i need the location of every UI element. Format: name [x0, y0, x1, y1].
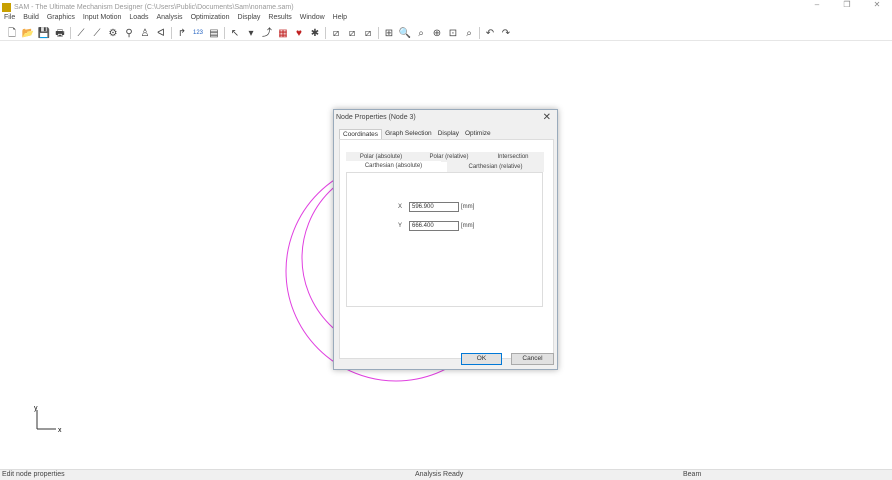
- tab-graph-selection[interactable]: Graph Selection: [382, 129, 435, 139]
- zoom-window-icon[interactable]: ⊡: [445, 27, 461, 40]
- beam-icon[interactable]: ⟋: [73, 27, 89, 40]
- dialog-close-button[interactable]: ✕: [543, 112, 551, 123]
- menu-window[interactable]: Window: [296, 14, 329, 25]
- tab-display[interactable]: Display: [435, 129, 462, 139]
- axis-x-label: x: [58, 427, 62, 434]
- cancel-button[interactable]: Cancel: [511, 353, 554, 365]
- axis-indicator: y x: [34, 405, 62, 434]
- toolbar-separator: [171, 27, 172, 39]
- open-icon[interactable]: 📂: [20, 27, 36, 40]
- graph3-icon[interactable]: ⧄: [360, 27, 376, 40]
- toolbar-separator: [479, 27, 480, 39]
- maximize-button[interactable]: ❐: [832, 0, 862, 9]
- toolbar-separator: [378, 27, 379, 39]
- zoom-in-icon[interactable]: ⊕: [429, 27, 445, 40]
- analysis-status: Analysis Ready: [415, 471, 464, 478]
- menu-build[interactable]: Build: [19, 14, 43, 25]
- window-title: SAM - The Ultimate Mechanism Designer (C…: [14, 3, 294, 11]
- menu-loads[interactable]: Loads: [125, 14, 152, 25]
- belt-icon[interactable]: ⚲: [121, 27, 137, 40]
- app-logo-icon: [2, 2, 11, 12]
- redo-icon[interactable]: ↷: [498, 27, 514, 40]
- motion-icon[interactable]: ⤴: [259, 27, 275, 40]
- pointer-icon[interactable]: ↖: [227, 27, 243, 40]
- close-button[interactable]: ✕: [862, 0, 892, 9]
- toolbar-separator: [224, 27, 225, 39]
- new-icon[interactable]: 🗋: [4, 27, 20, 40]
- menu-help[interactable]: Help: [329, 14, 351, 25]
- zoom-icon[interactable]: 🔍: [397, 27, 413, 40]
- ok-button[interactable]: OK: [461, 353, 502, 365]
- coordinates-panel: Polar (absolute) Polar (relative) Inters…: [339, 139, 554, 359]
- menu-bar: File Build Graphics Input Motion Loads Analys…: [0, 14, 351, 25]
- print-icon[interactable]: 🖶: [52, 27, 68, 40]
- dialog-title: Node Properties (Node 3): [336, 114, 416, 121]
- element-type-status: Beam: [683, 471, 702, 478]
- x-label: X: [398, 204, 403, 210]
- status-bar: Edit node properties Analysis Ready Beam: [0, 469, 892, 480]
- menu-results[interactable]: Results: [264, 14, 295, 25]
- save-icon[interactable]: 💾: [36, 27, 52, 40]
- heart-icon[interactable]: ♥: [291, 27, 307, 40]
- graph2-icon[interactable]: ⧄: [344, 27, 360, 40]
- zoom-pan-icon[interactable]: ⌕: [413, 27, 429, 40]
- carthesian-absolute-page: X 596.900 [mm] Y 666.400 [mm]: [346, 172, 543, 307]
- subtab-intersection[interactable]: Intersection: [482, 152, 544, 162]
- title-bar: SAM - The Ultimate Mechanism Designer (C…: [0, 0, 892, 14]
- x-coordinate-input[interactable]: 596.900: [409, 202, 459, 212]
- y-label: Y: [398, 223, 403, 229]
- spring-icon[interactable]: ᐊ: [153, 27, 169, 40]
- menu-display[interactable]: Display: [233, 14, 264, 25]
- graph1-icon[interactable]: ⧄: [328, 27, 344, 40]
- gear-icon[interactable]: ⚙: [105, 27, 121, 40]
- numbers-icon[interactable]: 123: [190, 27, 206, 40]
- slider-icon[interactable]: ⟋: [89, 27, 105, 40]
- node-properties-dialog: Node Properties (Node 3) ✕ Coordinates G…: [333, 109, 558, 370]
- film-icon[interactable]: ▦: [275, 27, 291, 40]
- menu-file[interactable]: File: [0, 14, 19, 25]
- ground-icon[interactable]: ♙: [137, 27, 153, 40]
- axis-y-label: y: [34, 405, 38, 412]
- minimize-button[interactable]: –: [802, 0, 832, 9]
- y-coordinate-input[interactable]: 666.400: [409, 221, 459, 231]
- bug-icon[interactable]: ✱: [307, 27, 323, 40]
- curve-icon[interactable]: ↱: [174, 27, 190, 40]
- toolbar: 🗋 📂 💾 🖶 ⟋ ⟋ ⚙ ⚲ ♙ ᐊ ↱ 123 ▤ ↖ ▾ ⤴ ▦ ♥ ✱ ⧄ ⧄ ⧄ ⊞ 🔍 ⌕ ⊕ ⊡ ⌕ ↶ ↷: [0, 26, 892, 41]
- menu-graphics[interactable]: Graphics: [43, 14, 79, 25]
- subtab-carthesian-absolute[interactable]: Carthesian (absolute): [346, 161, 441, 171]
- toolbar-separator: [70, 27, 71, 39]
- toolbar-separator: [325, 27, 326, 39]
- status-message: Edit node properties: [2, 471, 65, 478]
- menu-input-motion[interactable]: Input Motion: [79, 14, 126, 25]
- menu-optimization[interactable]: Optimization: [187, 14, 234, 25]
- tab-optimize[interactable]: Optimize: [462, 129, 494, 139]
- subtab-carthesian-relative[interactable]: Carthesian (relative): [447, 162, 544, 172]
- y-unit: [mm]: [461, 223, 475, 229]
- x-unit: [mm]: [461, 204, 475, 210]
- tab-coordinates[interactable]: Coordinates: [339, 129, 383, 139]
- zoom-fit-icon[interactable]: ⊞: [381, 27, 397, 40]
- table-icon[interactable]: ▤: [206, 27, 222, 40]
- zoom-extents-icon[interactable]: ⌕: [461, 27, 477, 40]
- undo-icon[interactable]: ↶: [482, 27, 498, 40]
- menu-analysis[interactable]: Analysis: [152, 14, 186, 25]
- dropdown-icon[interactable]: ▾: [243, 27, 259, 40]
